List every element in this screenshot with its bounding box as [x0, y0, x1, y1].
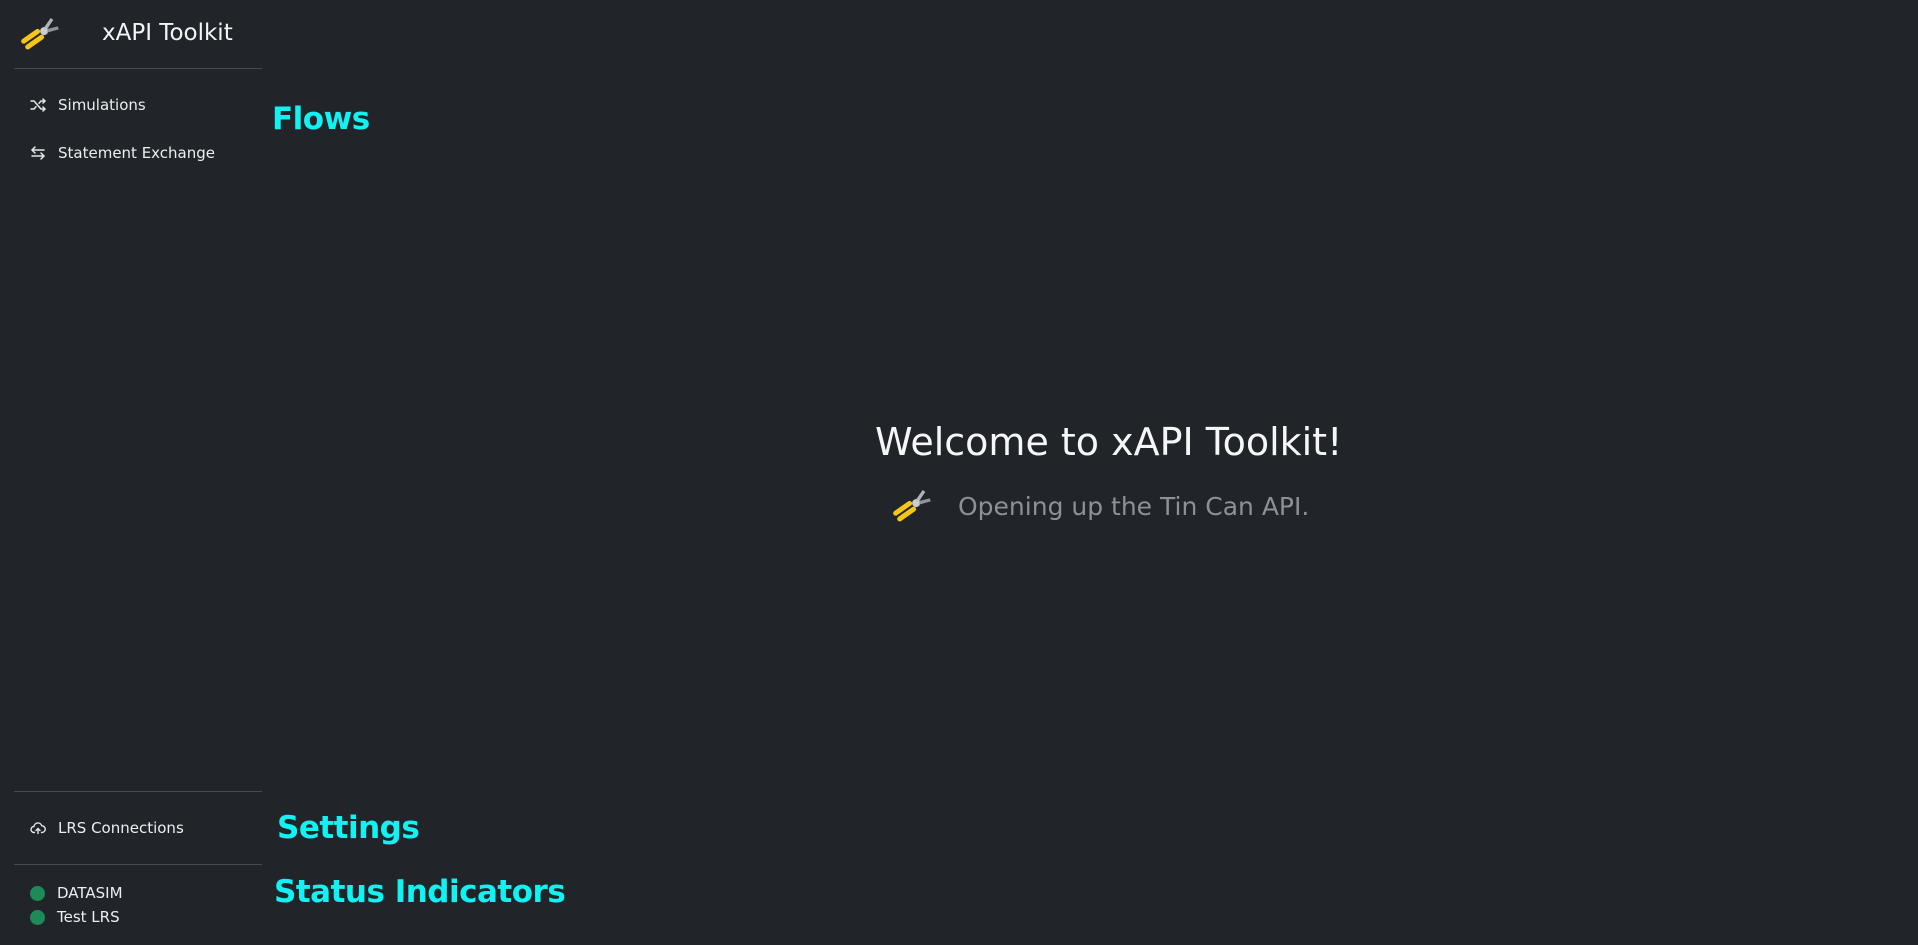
app-title: xAPI Toolkit	[102, 20, 233, 46]
brand[interactable]: xAPI Toolkit	[18, 14, 258, 54]
section-heading-settings: Settings	[277, 810, 420, 846]
welcome-subtitle-row: Opening up the Tin Can API.	[890, 486, 1309, 526]
sidebar-divider-status	[14, 864, 262, 865]
welcome-title: Welcome to xAPI Toolkit!	[875, 420, 1343, 464]
status-indicator-test-lrs: Test LRS	[14, 906, 120, 928]
section-heading-flows: Flows	[272, 101, 370, 137]
section-heading-status-indicators: Status Indicators	[274, 874, 566, 910]
sidebar-divider-settings	[14, 791, 262, 792]
status-dot	[30, 885, 45, 901]
welcome-subtitle: Opening up the Tin Can API.	[958, 491, 1310, 521]
status-label: Test LRS	[57, 908, 120, 926]
sidebar-item-lrs-connections[interactable]: LRS Connections	[14, 813, 258, 843]
shuffle-icon	[28, 95, 48, 115]
sidebar-item-statement-exchange[interactable]: Statement Exchange	[14, 138, 258, 168]
app-window: xAPI Toolkit Simulations Statement Excha…	[0, 0, 1918, 945]
cloud-upload-icon	[28, 818, 48, 838]
pliers-icon	[21, 17, 59, 50]
exchange-arrows-icon	[28, 143, 48, 163]
status-dot	[30, 909, 45, 925]
sidebar-item-label: Simulations	[58, 96, 146, 114]
sidebar: xAPI Toolkit Simulations Statement Excha…	[0, 0, 262, 945]
sidebar-item-label: LRS Connections	[58, 819, 184, 837]
sidebar-item-simulations[interactable]: Simulations	[14, 90, 258, 120]
pliers-icon	[893, 489, 931, 522]
sidebar-divider-top	[14, 68, 262, 69]
sidebar-item-label: Statement Exchange	[58, 144, 215, 162]
status-label: DATASIM	[57, 884, 123, 902]
status-indicator-datasim: DATASIM	[14, 882, 123, 904]
